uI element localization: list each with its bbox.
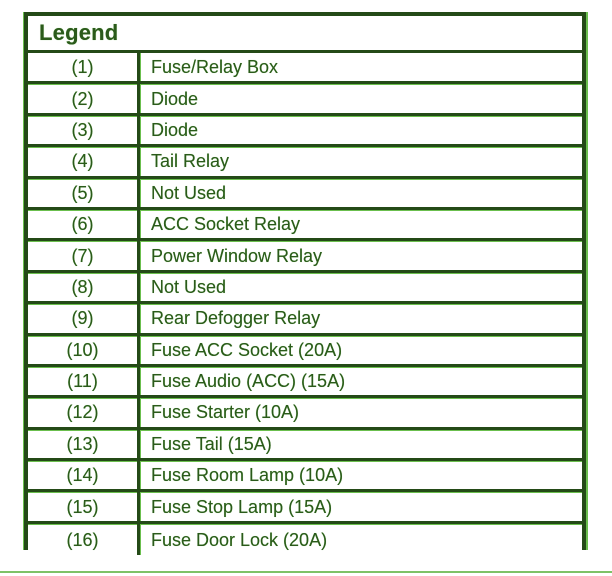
legend-row: (3) Diode <box>28 115 582 148</box>
legend-table: Legend (1) Fuse/Relay Box (2) Diode (3) … <box>24 12 586 556</box>
row-number: (5) <box>28 178 140 207</box>
row-description: Fuse/Relay Box <box>151 57 279 78</box>
legend-row: (12) Fuse Starter (10A) <box>28 398 582 430</box>
row-number: (3) <box>28 115 140 145</box>
row-description: Tail Relay <box>151 151 230 172</box>
row-description: Fuse Room Lamp (10A) <box>151 465 344 486</box>
legend-row: (2) Diode <box>28 84 582 116</box>
row-description: Rear Defogger Relay <box>151 308 321 329</box>
row-description: Diode <box>151 88 199 109</box>
row-description: Diode <box>151 119 199 140</box>
row-description: Fuse Stop Lamp (15A) <box>151 496 333 517</box>
row-description: Fuse Door Lock (20A) <box>151 529 328 550</box>
row-description: Fuse Starter (10A) <box>151 402 300 423</box>
legend-row: (1) Fuse/Relay Box <box>28 53 582 85</box>
row-description: Not Used <box>151 276 227 297</box>
row-number: (9) <box>28 304 140 333</box>
row-description: ACC Socket Relay <box>151 214 301 235</box>
row-number: (10) <box>28 335 140 364</box>
legend-row: (10) Fuse ACC Socket (20A) <box>28 335 582 367</box>
row-number: (4) <box>28 147 140 176</box>
row-number: (1) <box>28 53 140 82</box>
legend-row: (11) Fuse Audio (ACC) (15A) <box>28 366 582 399</box>
row-description: Fuse Tail (15A) <box>151 433 272 454</box>
row-description: Not Used <box>151 182 227 203</box>
bottom-divider <box>0 571 612 573</box>
legend-row: (4) Tail Relay <box>28 147 582 179</box>
legend-row: (9) Rear Defogger Relay <box>28 304 582 336</box>
row-number: (15) <box>28 492 140 521</box>
row-number: (16) <box>28 523 140 556</box>
row-description: Fuse Audio (ACC) (15A) <box>151 371 346 392</box>
row-description: Fuse ACC Socket (20A) <box>151 339 343 360</box>
row-number: (11) <box>28 366 140 396</box>
legend-row: (13) Fuse Tail (15A) <box>28 429 582 462</box>
row-number: (13) <box>28 429 140 459</box>
legend-row: (8) Not Used <box>28 272 582 305</box>
row-number: (6) <box>28 209 140 239</box>
legend-row: (14) Fuse Room Lamp (10A) <box>28 461 582 493</box>
row-number: (8) <box>28 272 140 302</box>
legend-row: (5) Not Used <box>28 178 582 210</box>
legend-row: (7) Power Window Relay <box>28 241 582 273</box>
legend-row: (15) Fuse Stop Lamp (15A) <box>28 492 582 524</box>
row-number: (2) <box>28 84 140 113</box>
legend-header: Legend <box>28 16 582 53</box>
row-number: (7) <box>28 241 140 270</box>
row-number: (14) <box>28 461 140 490</box>
row-number: (12) <box>28 398 140 427</box>
legend-title: Legend <box>39 20 119 45</box>
row-description: Power Window Relay <box>151 245 323 266</box>
legend-row: (6) ACC Socket Relay <box>28 209 582 242</box>
legend-row: (16) Fuse Door Lock (20A) <box>28 523 582 556</box>
legend-rows: (1) Fuse/Relay Box (2) Diode (3) Diode (… <box>28 53 582 556</box>
